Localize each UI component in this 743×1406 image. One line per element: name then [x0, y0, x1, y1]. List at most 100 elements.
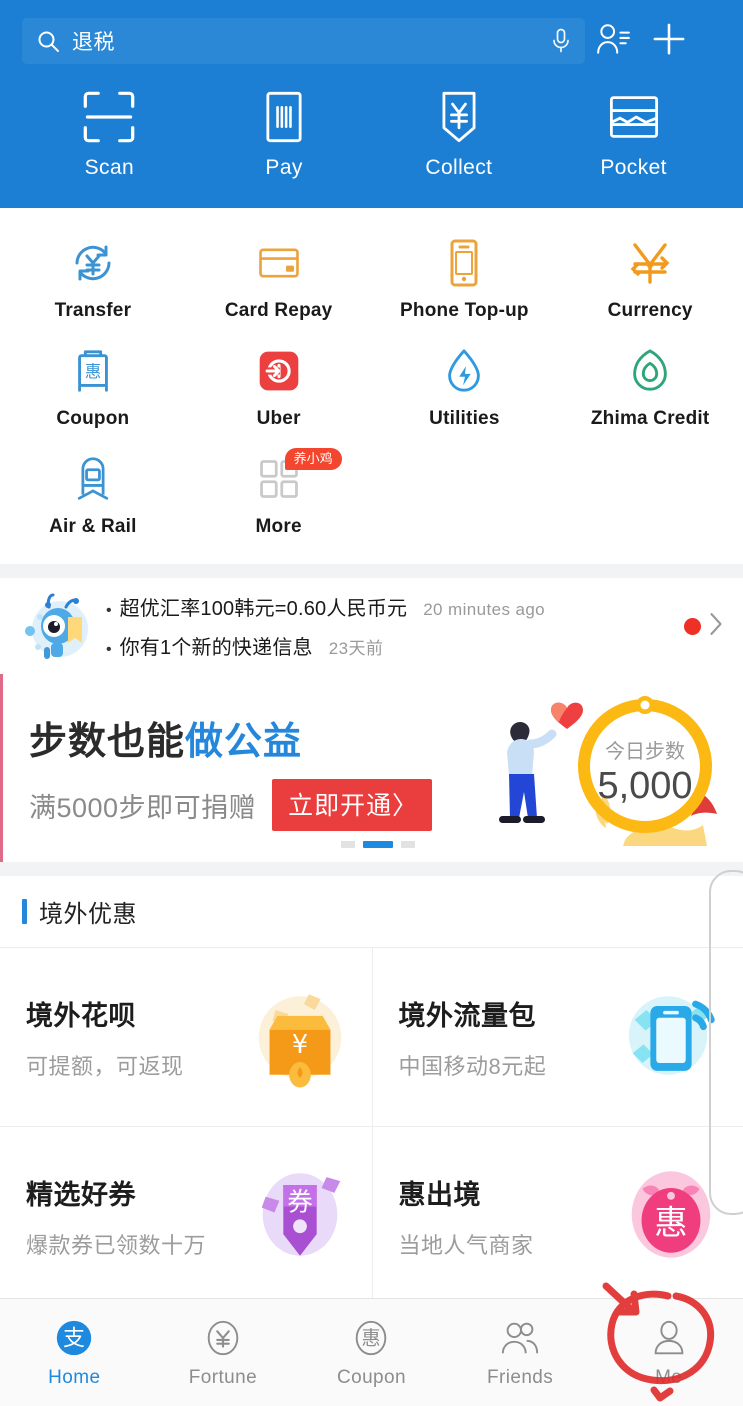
utilities-droplet-bolt-icon — [440, 344, 488, 398]
card-subtitle: 爆款券已领数十万 — [26, 1232, 207, 1258]
section-header: 境外优惠 — [0, 876, 743, 948]
quick-action-collect[interactable]: Collect — [372, 88, 547, 180]
svg-text:惠: 惠 — [362, 1327, 381, 1350]
card-overseas-data-plan[interactable]: 境外流量包 中国移动8元起 — [371, 948, 743, 1126]
huabei-shop-orange-icon: ¥ — [246, 981, 354, 1094]
tab-label: Fortune — [188, 1367, 258, 1388]
app-label: Card Repay — [224, 300, 333, 321]
tab-label: Friends — [487, 1367, 554, 1388]
scan-frame-icon — [81, 88, 137, 146]
app-label: Phone Top-up — [400, 300, 529, 321]
contacts-button[interactable] — [585, 16, 641, 66]
tab-me[interactable]: Me — [594, 1316, 743, 1389]
overlay-frame — [709, 870, 743, 1215]
contacts-person-icon — [595, 22, 631, 61]
bullet-icon: • — [106, 602, 112, 619]
app-grid: Transfer Card Repay Phone Top-up Currenc… — [0, 208, 743, 564]
app-uber[interactable]: Uber — [186, 334, 372, 442]
app-label: Transfer — [54, 300, 132, 321]
notification-text: 超优汇率100韩元=0.60人民币元 — [119, 598, 408, 620]
app-grid-row: Air & Rail 养小鸡 More — [0, 442, 743, 550]
quick-action-label: Collect — [425, 156, 493, 179]
quick-action-pay[interactable]: Pay — [197, 88, 372, 180]
tab-label: Home — [48, 1367, 101, 1388]
card-subtitle: 当地人气商家 — [398, 1232, 534, 1258]
app-card-repay[interactable]: Card Repay — [186, 226, 372, 334]
tab-friends[interactable]: Friends — [446, 1316, 595, 1389]
app-currency[interactable]: Currency — [557, 226, 743, 334]
tab-fortune[interactable]: Fortune — [149, 1316, 298, 1389]
chevron-right-icon[interactable] — [707, 609, 725, 644]
tab-coupon[interactable]: 惠 Coupon — [297, 1316, 446, 1389]
notification-text: 你有1个新的快递信息 — [119, 637, 313, 659]
charity-steps-banner[interactable]: 步数也能做公益 满5000步即可捐赠 立即开通〉 今日步数 5,000 — [0, 674, 743, 862]
credit-card-icon — [254, 236, 304, 290]
card-featured-coupons[interactable]: 精选好券 爆款券已领数十万 券 — [0, 1127, 372, 1305]
notification-right — [684, 609, 729, 644]
card-text: 惠出境 当地人气商家 — [399, 1173, 534, 1260]
me-person-icon — [648, 1316, 690, 1360]
app-label: Utilities — [429, 408, 500, 429]
app-label: Uber — [256, 408, 301, 429]
section-accent-bar — [22, 899, 27, 924]
header: 退税 Scan Pay Collect Pocket — [0, 0, 743, 208]
app-more[interactable]: 养小鸡 More — [186, 442, 372, 550]
app-coupon[interactable]: 惠 Coupon — [0, 334, 186, 442]
card-hui-overseas[interactable]: 惠出境 当地人气商家 惠 — [371, 1127, 743, 1305]
assistant-robot-avatar — [18, 585, 100, 667]
microphone-icon[interactable] — [551, 28, 571, 54]
app-zhima-credit[interactable]: Zhima Credit — [557, 334, 743, 442]
banner-subtitle-row: 满5000步即可捐赠 立即开通〉 — [29, 779, 475, 831]
card-title: 境外花呗 — [26, 1000, 136, 1031]
app-utilities[interactable]: Utilities — [372, 334, 558, 442]
banner-title: 步数也能做公益 — [29, 710, 475, 765]
section-title: 境外优惠 — [39, 901, 137, 928]
add-button[interactable] — [641, 16, 697, 66]
friends-people-icon — [497, 1316, 543, 1360]
notification-strip[interactable]: • 超优汇率100韩元=0.60人民币元 20 minutes ago • 你有… — [0, 578, 743, 674]
currency-exchange-icon — [625, 236, 675, 290]
collect-money-icon — [431, 88, 487, 146]
app-root: 退税 Scan Pay Collect Pocket Transfer Card… — [0, 0, 743, 1406]
tab-home[interactable]: 支 Home — [0, 1316, 149, 1389]
app-grid-row: Transfer Card Repay Phone Top-up Currenc… — [0, 226, 743, 334]
offer-cards: 境外花呗 可提额，可返现 ¥ 境外流量包 中国移动8元起 精选好券 爆款券已领数… — [0, 948, 743, 1305]
card-title: 惠出境 — [398, 1179, 481, 1210]
card-row: 精选好券 爆款券已领数十万 券 惠出境 当地人气商家 惠 — [0, 1126, 743, 1305]
app-grid-empty — [557, 442, 743, 550]
coupon-hui-icon: 惠 — [350, 1316, 392, 1360]
card-text: 精选好券 爆款券已领数十万 — [26, 1173, 206, 1260]
steps-value: 5,000 — [597, 765, 692, 807]
carousel-dot[interactable] — [401, 841, 415, 848]
unread-dot-badge — [684, 617, 701, 635]
app-air-and-rail[interactable]: Air & Rail — [0, 442, 186, 550]
tab-label: Coupon — [337, 1367, 406, 1388]
uber-icon — [256, 344, 302, 398]
banner-illustration: 今日步数 5,000 — [475, 674, 743, 862]
app-transfer[interactable]: Transfer — [0, 226, 186, 334]
alipay-zhi-icon: 支 — [53, 1316, 95, 1360]
notification-lines: • 超优汇率100韩元=0.60人民币元 20 minutes ago • 你有… — [106, 592, 684, 660]
quick-action-pocket[interactable]: Pocket — [546, 88, 721, 180]
carousel-dot-active[interactable] — [363, 841, 393, 848]
pocket-wallet-icon — [606, 88, 662, 146]
tab-label: Me — [655, 1367, 683, 1388]
banner-cta-button[interactable]: 立即开通〉 — [272, 779, 433, 831]
carousel-dots[interactable] — [341, 841, 415, 848]
app-phone-topup[interactable]: Phone Top-up — [372, 226, 558, 334]
more-badge: 养小鸡 — [284, 448, 342, 470]
zhima-credit-leaf-icon — [626, 344, 674, 398]
transfer-yuan-circle-icon — [68, 236, 118, 290]
notification-item[interactable]: • 超优汇率100韩元=0.60人民币元 20 minutes ago — [106, 592, 684, 621]
search-input[interactable]: 退税 — [22, 18, 585, 64]
notification-item[interactable]: • 你有1个新的快递信息 23天前 — [106, 631, 684, 660]
carousel-dot[interactable] — [341, 841, 355, 848]
card-row: 境外花呗 可提额，可返现 ¥ 境外流量包 中国移动8元起 — [0, 948, 743, 1126]
app-grid-empty — [372, 442, 558, 550]
card-overseas-huabei[interactable]: 境外花呗 可提额，可返现 ¥ — [0, 948, 372, 1126]
app-label: Coupon — [56, 408, 130, 429]
banner-title-highlight: 做公益 — [185, 721, 303, 763]
bottom-tab-bar: 支 Home Fortune 惠 Coupon Friends Me — [0, 1298, 743, 1406]
quick-action-scan[interactable]: Scan — [22, 88, 197, 180]
bullet-icon: • — [106, 641, 112, 658]
